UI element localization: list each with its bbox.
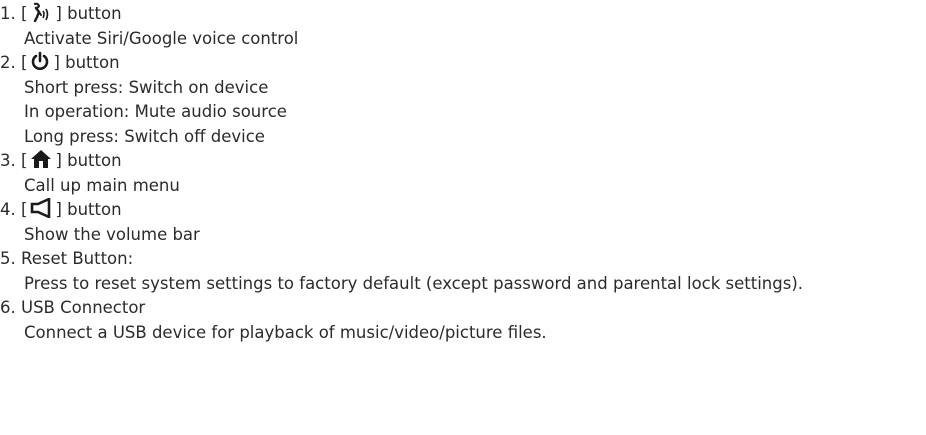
item-description: Long press: Switch off device (24, 126, 265, 146)
bracket-close-label: ] button (55, 4, 122, 23)
item-heading: 1. [ ] button (0, 2, 926, 27)
item-number: 5. (0, 249, 16, 268)
item-number: 6. (0, 298, 16, 317)
item-description: Connect a USB device for playback of mus… (24, 322, 547, 342)
item-heading: 2. [ ] button (0, 51, 926, 76)
bracket-open: [ (21, 200, 28, 219)
voice-control-icon (30, 2, 52, 22)
item-number: 4. (0, 200, 16, 219)
bracket-open: [ (21, 4, 28, 23)
item-description: Activate Siri/Google voice control (24, 28, 299, 48)
item-number: 2. (0, 53, 16, 72)
item-heading: 6. USB Connector (0, 296, 926, 321)
list-item-reset: 5. Reset Button: Press to reset system s… (0, 247, 926, 296)
item-title: USB Connector (21, 298, 146, 317)
list-item-usb: 6. USB Connector Connect a USB device fo… (0, 296, 926, 345)
item-heading: 3. [ ] button (0, 149, 926, 174)
item-description: In operation: Mute audio source (24, 102, 287, 121)
item-number: 1. (0, 4, 16, 23)
item-heading: 5. Reset Button: (0, 247, 926, 272)
item-description: Short press: Switch on device (24, 77, 269, 97)
list-item-voice-control: 1. [ ] button Activate Siri/Google voice … (0, 2, 926, 51)
list-item-home: 3. [ ] button Call up main menu (0, 149, 926, 198)
item-description: Show the volume bar (24, 224, 200, 244)
home-icon (30, 149, 52, 169)
item-description: Call up main menu (24, 175, 180, 195)
speaker-icon (30, 198, 52, 218)
bracket-close-label: ] button (55, 200, 122, 219)
item-number: 3. (0, 151, 16, 170)
bracket-open: [ (21, 53, 28, 72)
item-description: Press to reset system settings to factor… (24, 273, 804, 293)
button-description-list: 1. [ ] button Activate Siri/Google voice … (0, 0, 926, 345)
list-item-volume: 4. [ ] button Show the volume bar (0, 198, 926, 247)
list-item-power: 2. [ ] button Short press: Switch on devi… (0, 51, 926, 149)
bracket-close-label: ] button (55, 151, 122, 170)
item-title: Reset Button: (21, 249, 134, 268)
power-icon (30, 51, 50, 71)
bracket-close-label: ] button (53, 53, 120, 72)
bracket-open: [ (21, 151, 28, 170)
item-heading: 4. [ ] button (0, 198, 926, 223)
